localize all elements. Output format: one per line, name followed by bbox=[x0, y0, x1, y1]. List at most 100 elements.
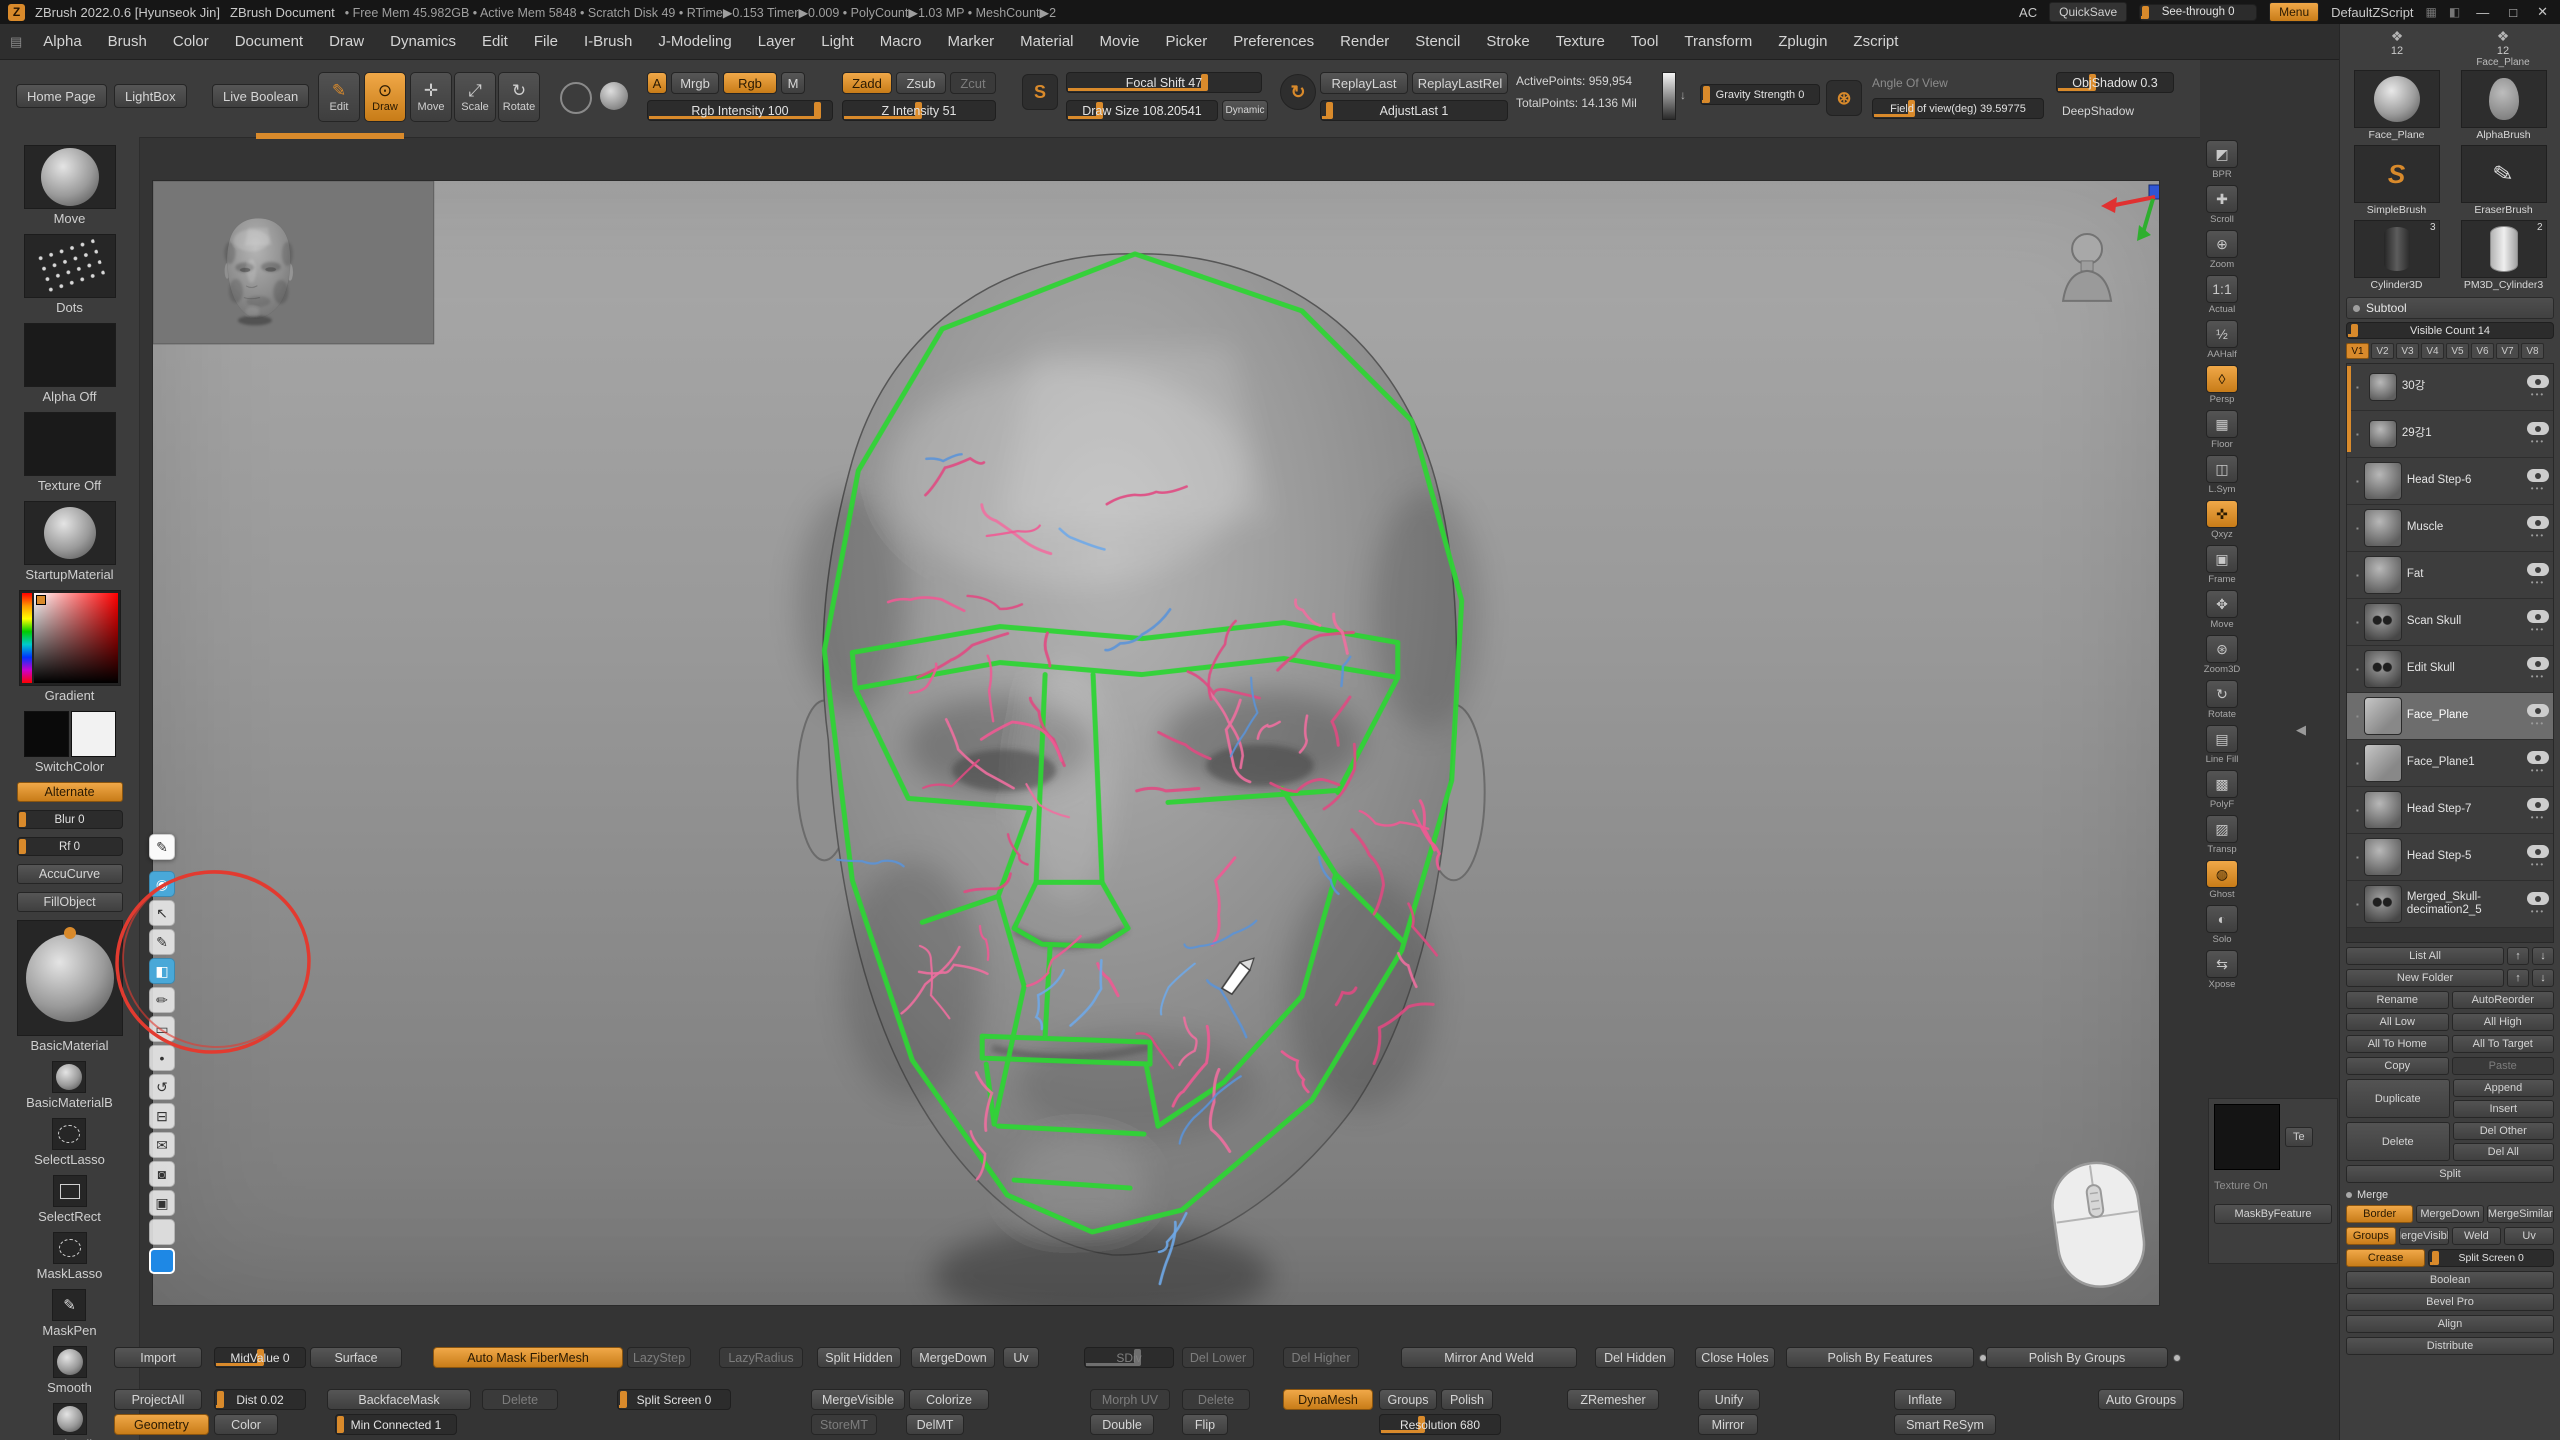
fill-icon[interactable]: ◧ bbox=[149, 958, 175, 984]
zoom3d-icon[interactable]: ⊛ bbox=[2206, 635, 2238, 663]
zcut-button[interactable]: Zcut bbox=[950, 72, 996, 94]
all-to-target-button[interactable]: All To Target bbox=[2452, 1035, 2555, 1053]
zremesher-button[interactable]: ZRemesher bbox=[1567, 1389, 1659, 1410]
comment-icon[interactable]: ✉ bbox=[149, 1132, 175, 1158]
m-button[interactable]: M bbox=[781, 72, 805, 94]
delete-button[interactable]: Delete bbox=[482, 1389, 558, 1410]
quick-pick-alphabrush[interactable]: AlphaBrush bbox=[2453, 70, 2554, 141]
subtool-tab-v4[interactable]: V4 bbox=[2421, 343, 2444, 359]
polish-button[interactable]: Polish bbox=[1441, 1389, 1493, 1410]
geometry-button[interactable]: Geometry bbox=[114, 1414, 209, 1435]
min-connected-1-slider[interactable]: Min Connected 1 bbox=[335, 1414, 457, 1435]
subtool-row-fat[interactable]: ▪Fat••• bbox=[2347, 552, 2553, 599]
visibility-eye-icon[interactable] bbox=[2527, 516, 2549, 529]
delete-button[interactable]: Delete bbox=[1182, 1389, 1250, 1410]
angle-of-view-camera-icon[interactable]: ⊛ bbox=[1826, 80, 1862, 116]
subtool-pen-icon[interactable]: ▪ bbox=[2356, 524, 2359, 533]
move-thumb[interactable] bbox=[24, 145, 116, 209]
menu-brush[interactable]: Brush bbox=[95, 33, 160, 50]
dynamesh-button[interactable]: DynaMesh bbox=[1283, 1389, 1373, 1410]
polish-by-groups-radius-dot[interactable] bbox=[2173, 1354, 2181, 1362]
menu-tool[interactable]: Tool bbox=[1618, 33, 1672, 50]
new-folder-button[interactable]: New Folder bbox=[2346, 969, 2504, 987]
stroke-preview-icon[interactable] bbox=[560, 82, 592, 114]
pin-icon[interactable]: ✎ bbox=[149, 834, 175, 860]
delete-button[interactable]: Delete bbox=[2346, 1122, 2450, 1161]
visibility-eye-icon[interactable] bbox=[2527, 845, 2549, 858]
mergevisible-button[interactable]: MergeVisible bbox=[2399, 1227, 2449, 1245]
texture-clipped-button[interactable]: Te bbox=[2285, 1127, 2313, 1147]
minimize-button[interactable]: — bbox=[2472, 5, 2493, 20]
obj-shadow-slider[interactable]: ObjShadow 0.3 bbox=[2056, 72, 2174, 93]
border-button[interactable]: Border bbox=[2346, 1205, 2413, 1223]
transp-icon[interactable]: ▨ bbox=[2206, 815, 2238, 843]
xpose-icon[interactable]: ⇆ bbox=[2206, 950, 2238, 978]
uv-button[interactable]: Uv bbox=[1003, 1347, 1039, 1368]
subtool-pen-icon[interactable]: ▪ bbox=[2356, 665, 2359, 674]
visibility-eye-icon[interactable] bbox=[2527, 751, 2549, 764]
quick-pick-simplebrush[interactable]: SSimpleBrush bbox=[2346, 145, 2447, 216]
slider-knob[interactable] bbox=[19, 812, 26, 827]
paste-button[interactable]: Paste bbox=[2452, 1057, 2555, 1075]
right-shelf-frame[interactable]: ▣Frame bbox=[2206, 545, 2238, 585]
menu-stroke[interactable]: Stroke bbox=[1473, 33, 1542, 50]
aahalf-icon[interactable]: ½ bbox=[2206, 320, 2238, 348]
menu-picker[interactable]: Picker bbox=[1153, 33, 1221, 50]
secondary-color-swatch[interactable] bbox=[71, 711, 116, 757]
import-button[interactable]: Import bbox=[114, 1347, 202, 1368]
visibility-eye-icon[interactable] bbox=[2527, 657, 2549, 670]
texture-off-thumb[interactable] bbox=[24, 412, 116, 476]
del-hidden-button[interactable]: Del Hidden bbox=[1595, 1347, 1675, 1368]
menu-preferences[interactable]: Preferences bbox=[1220, 33, 1327, 50]
double-button[interactable]: Double bbox=[1090, 1414, 1154, 1435]
polish-by-groups-button[interactable]: Polish By Groups bbox=[1986, 1347, 2168, 1368]
zsub-button[interactable]: Zsub bbox=[896, 72, 946, 94]
subtool-pen-icon[interactable]: ▪ bbox=[2356, 853, 2359, 862]
folder-up-button[interactable]: ↑ bbox=[2507, 969, 2529, 987]
auto-groups-button[interactable]: Auto Groups bbox=[2098, 1389, 2184, 1410]
visible-count-slider[interactable]: Visible Count 14 bbox=[2346, 322, 2554, 339]
dots-thumb[interactable] bbox=[24, 234, 116, 298]
right-shelf-aahalf[interactable]: ½AAHalf bbox=[2206, 320, 2238, 360]
masklasso-thumb[interactable] bbox=[53, 1232, 87, 1264]
del-higher-button[interactable]: Del Higher bbox=[1283, 1347, 1359, 1368]
move-button[interactable]: ✛ Move bbox=[410, 72, 452, 122]
right-shelf-persp[interactable]: ◊Persp bbox=[2206, 365, 2238, 405]
replay-last-rel-button[interactable]: ReplayLastRel bbox=[1412, 72, 1508, 94]
alpha-off-thumb[interactable] bbox=[24, 323, 116, 387]
distribute-button[interactable]: Distribute bbox=[2346, 1337, 2554, 1355]
colorize-button[interactable]: Colorize bbox=[909, 1389, 989, 1410]
midvalue-0-slider[interactable]: MidValue 0 bbox=[214, 1347, 306, 1368]
resolution-680-slider[interactable]: Resolution 680 bbox=[1379, 1414, 1501, 1435]
alternate-button[interactable]: Alternate bbox=[17, 782, 123, 802]
slider-knob[interactable] bbox=[2432, 1251, 2439, 1265]
subtool-pen-icon[interactable]: ▪ bbox=[2356, 383, 2359, 392]
subtool-up-button[interactable]: ↑ bbox=[2507, 947, 2529, 965]
adjust-last-slider[interactable]: AdjustLast 1 bbox=[1320, 100, 1508, 121]
lazystep-button[interactable]: LazyStep bbox=[627, 1347, 691, 1368]
menu-file[interactable]: File bbox=[521, 33, 571, 50]
subtool-pen-icon[interactable]: ▪ bbox=[2356, 759, 2359, 768]
right-shelf-l-sym[interactable]: ◫L.Sym bbox=[2206, 455, 2238, 495]
maximize-button[interactable]: □ bbox=[2505, 5, 2521, 20]
menu-transform[interactable]: Transform bbox=[1671, 33, 1765, 50]
all-high-button[interactable]: All High bbox=[2452, 1013, 2555, 1031]
menu-movie[interactable]: Movie bbox=[1087, 33, 1153, 50]
dot-icon[interactable]: • bbox=[149, 1045, 175, 1071]
z-intensity-slider[interactable]: Z Intensity 51 bbox=[842, 100, 996, 121]
scale-button[interactable]: ⤢ Scale bbox=[454, 72, 496, 122]
menu-j-modeling[interactable]: J-Modeling bbox=[645, 33, 744, 50]
right-shelf-move[interactable]: ✥Move bbox=[2206, 590, 2238, 630]
subtool-tab-v7[interactable]: V7 bbox=[2496, 343, 2519, 359]
slider-knob[interactable] bbox=[337, 1416, 344, 1433]
alpha-channel-chip[interactable]: A bbox=[647, 72, 667, 94]
trash-icon[interactable]: ⊟ bbox=[149, 1103, 175, 1129]
stroke-curve-icon[interactable]: S bbox=[1022, 74, 1058, 110]
menu-texture[interactable]: Texture bbox=[1543, 33, 1618, 50]
menu-toggle-button[interactable]: Menu bbox=[2269, 2, 2319, 22]
right-shelf-polyf[interactable]: ▩PolyF bbox=[2206, 770, 2238, 810]
menu-alpha[interactable]: Alpha bbox=[30, 33, 94, 50]
menu-document[interactable]: Document bbox=[222, 33, 316, 50]
subtool-row-merged-skull-decimation2-5[interactable]: ▪Merged_Skull-decimation2_5••• bbox=[2347, 881, 2553, 928]
slider-knob[interactable] bbox=[1703, 86, 1710, 103]
